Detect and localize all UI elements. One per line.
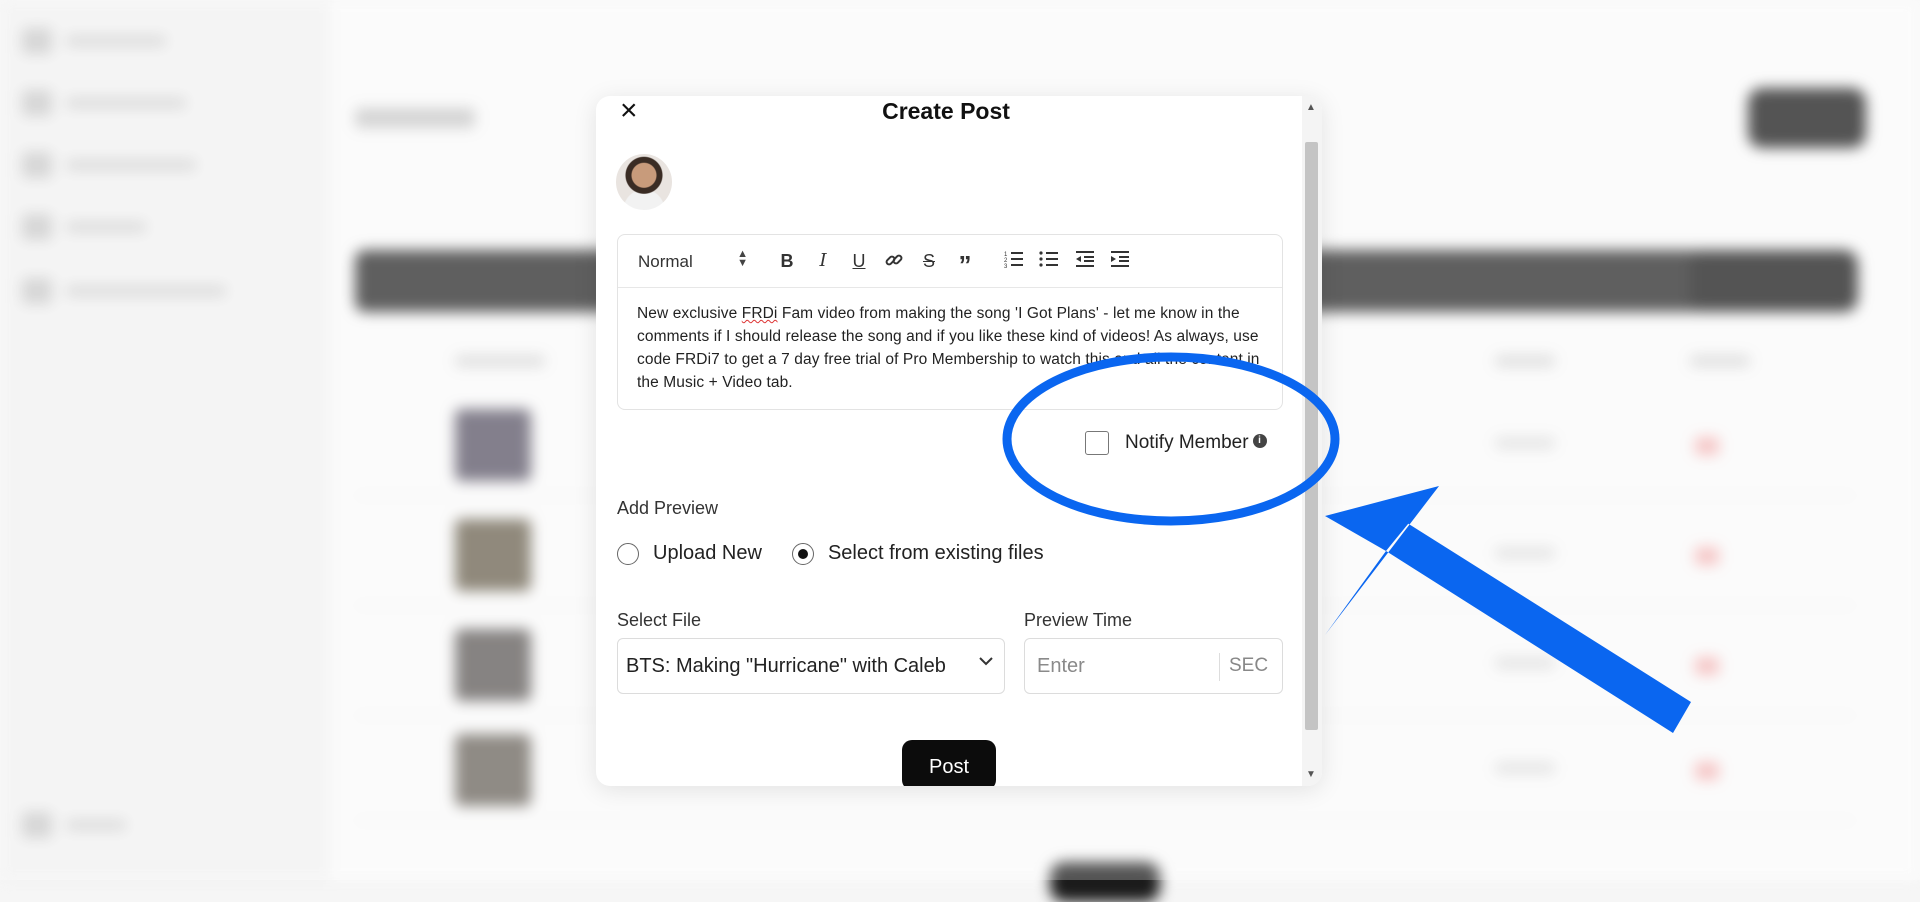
svg-text:3: 3 [1004, 264, 1008, 268]
avatar [616, 154, 672, 210]
modal-title: Create Post [882, 98, 1010, 124]
ordered-list-icon[interactable]: 123 [1003, 250, 1025, 272]
scroll-up-icon[interactable]: ▲ [1306, 102, 1316, 113]
indent-icon[interactable] [1109, 250, 1131, 272]
preview-radio-group: Upload New Select from existing files [617, 542, 1044, 565]
editor-toolbar: Normal ▲ ▼ B I U S ” 123 [618, 235, 1282, 288]
select-file-dropdown[interactable]: BTS: Making "Hurricane" with Caleb [617, 638, 1005, 694]
underline-icon[interactable]: U [848, 250, 870, 272]
modal-scrollbar[interactable]: ▲ ▼ [1302, 96, 1322, 786]
radio-select-existing-label[interactable]: Select from existing files [828, 542, 1044, 565]
select-file-value: BTS: Making "Hurricane" with Caleb [626, 655, 946, 677]
link-icon[interactable] [883, 250, 905, 272]
sort-arrows-icon: ▲ ▼ [737, 248, 748, 269]
editor-content[interactable]: New exclusive FRDi Fam video from making… [618, 288, 1282, 408]
chevron-down-icon [978, 653, 994, 674]
quote-icon[interactable]: ” [954, 250, 976, 280]
preview-time-label: Preview Time [1024, 610, 1133, 630]
notify-member-checkbox[interactable] [1085, 431, 1109, 455]
info-icon[interactable]: i [1252, 434, 1267, 448]
notify-member-option[interactable]: Notify Member i [1085, 431, 1267, 455]
notify-member-label: Notify Member [1125, 432, 1249, 453]
scrollbar-thumb[interactable] [1305, 142, 1318, 730]
bold-icon[interactable]: B [776, 250, 798, 272]
format-select[interactable]: Normal ▲ ▼ [638, 248, 748, 272]
misspelled-word: FRDi [741, 305, 778, 322]
radio-upload-new[interactable] [617, 542, 639, 565]
post-button[interactable]: Post [902, 740, 996, 786]
outdent-icon[interactable] [1074, 250, 1096, 272]
content-text-start: New exclusive [637, 305, 742, 322]
preview-time-placeholder: Enter [1037, 655, 1085, 677]
strike-icon[interactable]: S [918, 250, 940, 272]
rich-text-editor: Normal ▲ ▼ B I U S ” 123 New exclusive F… [617, 234, 1283, 410]
format-select-value: Normal [638, 252, 693, 271]
add-preview-label: Add Preview [617, 498, 719, 518]
scroll-down-icon[interactable]: ▼ [1306, 769, 1316, 780]
radio-upload-new-label[interactable]: Upload New [653, 542, 762, 565]
preview-time-unit: SEC [1229, 655, 1269, 676]
divider [1219, 653, 1220, 681]
preview-time-input[interactable]: Enter SEC [1024, 638, 1283, 694]
italic-icon[interactable]: I [812, 250, 834, 272]
create-post-modal: × Create Post Normal ▲ ▼ B I U S ” 123 N… [596, 96, 1322, 786]
bullet-list-icon[interactable] [1038, 250, 1060, 272]
select-file-label: Select File [617, 610, 702, 630]
radio-select-existing[interactable] [791, 542, 814, 565]
